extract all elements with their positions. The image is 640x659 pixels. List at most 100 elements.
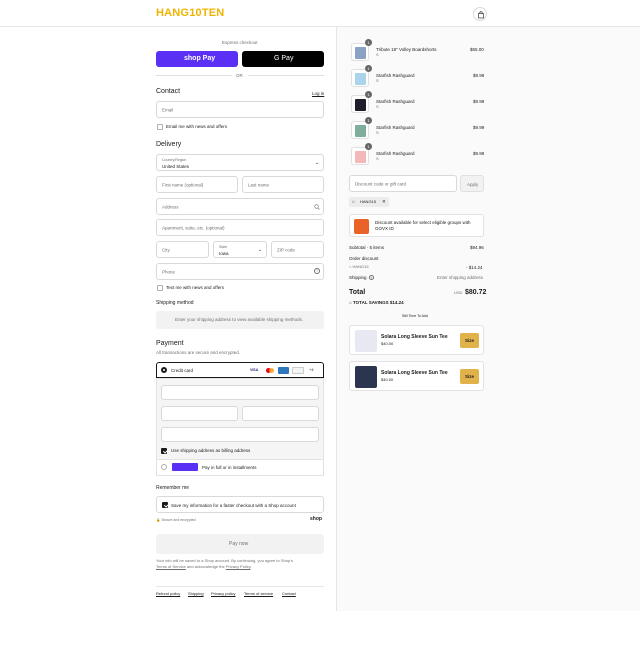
privacy-policy-link[interactable]: Privacy policy bbox=[211, 591, 235, 597]
state-select[interactable]: State Iowa ⌄ bbox=[213, 241, 267, 258]
name-on-card-field[interactable] bbox=[161, 427, 319, 442]
item-price: $9.99 bbox=[473, 99, 485, 104]
amex-icon bbox=[278, 367, 289, 374]
credit-card-radio[interactable] bbox=[161, 367, 167, 373]
search-icon bbox=[314, 204, 320, 210]
credit-card-option[interactable]: Credit card VISA +4 bbox=[156, 362, 324, 378]
item-price: $55.00 bbox=[470, 47, 484, 52]
first-name-field[interactable]: First name (optional) bbox=[156, 176, 238, 193]
phone-field[interactable]: Phone ? bbox=[156, 263, 324, 280]
discount-placeholder: Discount code or gift card bbox=[355, 181, 407, 186]
city-placeholder: City bbox=[162, 247, 170, 252]
column-divider bbox=[336, 27, 337, 611]
shop-pay-option[interactable]: Pay in full or in installments bbox=[156, 460, 324, 476]
remember-me-box[interactable]: Save my information for a faster checkou… bbox=[156, 496, 324, 513]
subtotal-label: Subtotal · 5 items bbox=[349, 245, 385, 250]
shipping-link[interactable]: Shipping bbox=[188, 591, 204, 597]
refund-policy-link[interactable]: Refund policy bbox=[156, 591, 180, 597]
shipping-value: Enter shipping address bbox=[437, 275, 484, 280]
upsell-image bbox=[355, 330, 377, 352]
city-field[interactable]: City bbox=[156, 241, 209, 258]
email-field[interactable]: Email bbox=[156, 101, 324, 118]
item-variant: S bbox=[376, 104, 379, 109]
discount-code-field[interactable]: Discount code or gift card bbox=[349, 175, 457, 192]
shop-pay-button[interactable]: shop Pay bbox=[156, 51, 238, 67]
shop-pay-radio[interactable] bbox=[161, 464, 167, 470]
billing-same-label: Use shipping address as billing address bbox=[171, 448, 251, 453]
upsell-heading: Still Time To Add bbox=[402, 314, 428, 318]
govx-banner[interactable]: Discount available for select eligible g… bbox=[349, 214, 484, 237]
more-cards-badge: +4 bbox=[309, 367, 314, 372]
upsell-image bbox=[355, 366, 377, 388]
expiration-field[interactable] bbox=[161, 406, 238, 421]
legal-line: Your info will be saved to a Shop accoun… bbox=[156, 558, 293, 563]
subtotal-value: $94.96 bbox=[470, 245, 484, 250]
address-field[interactable]: Address bbox=[156, 198, 324, 215]
size-button[interactable]: Size bbox=[460, 369, 479, 384]
secure-note: 🔒 Secure and encrypted bbox=[156, 518, 196, 522]
privacy-link[interactable]: Privacy Policy bbox=[226, 564, 251, 569]
chevron-down-icon: ⌄ bbox=[258, 247, 263, 253]
billing-same-checkbox[interactable] bbox=[161, 448, 167, 454]
email-news-checkbox[interactable] bbox=[157, 124, 163, 130]
savings-label: TOTAL SAVINGS bbox=[352, 300, 389, 305]
quantity-badge: 1 bbox=[365, 143, 372, 150]
upsell-price: $40.00 bbox=[381, 377, 394, 382]
chevron-down-icon: ⌄ bbox=[315, 160, 320, 166]
apartment-placeholder: Apartment, suite, etc. (optional) bbox=[162, 225, 225, 230]
zip-placeholder: ZIP code bbox=[277, 247, 295, 252]
quantity-badge: 1 bbox=[365, 117, 372, 124]
google-pay-label: G Pay bbox=[274, 55, 294, 62]
email-placeholder: Email bbox=[162, 107, 174, 112]
footer-divider bbox=[156, 586, 324, 587]
store-logo[interactable]: HANG10TEN bbox=[156, 7, 224, 20]
cart-button[interactable] bbox=[473, 7, 487, 21]
remove-discount-icon[interactable]: ✕ bbox=[382, 199, 386, 205]
help-icon[interactable]: ? bbox=[369, 275, 374, 280]
quantity-badge: 1 bbox=[365, 91, 372, 98]
pay-now-button[interactable]: Pay now bbox=[156, 534, 324, 554]
govx-text: Discount available for select eligible g… bbox=[375, 220, 471, 232]
total-savings-row: ⌂ TOTAL SAVINGS $14.24 bbox=[349, 300, 404, 305]
text-news-label: Text me with news and offers bbox=[166, 285, 224, 290]
card-number-field[interactable] bbox=[161, 385, 319, 400]
item-name: Tribute 18" Volley Boardshorts bbox=[376, 47, 437, 52]
item-price: $9.99 bbox=[473, 125, 485, 130]
total-value: $80.72 bbox=[465, 289, 487, 296]
security-code-field[interactable] bbox=[242, 406, 319, 421]
legal-end: . bbox=[250, 563, 252, 569]
shop-pay-logo bbox=[172, 463, 198, 471]
contact-link[interactable]: Contact bbox=[282, 591, 296, 597]
contact-heading: Contact bbox=[156, 88, 181, 95]
first-name-placeholder: First name (optional) bbox=[162, 182, 204, 187]
lock-icon: 🔒 bbox=[156, 518, 161, 522]
size-button[interactable]: Size bbox=[460, 333, 479, 348]
visa-icon: VISA bbox=[250, 368, 259, 372]
item-name: Starfish Rashguard bbox=[376, 151, 415, 156]
item-price: $9.99 bbox=[473, 151, 485, 156]
last-name-field[interactable]: Last name bbox=[242, 176, 324, 193]
remember-checkbox[interactable] bbox=[162, 502, 168, 508]
tag-icon: ⌂ bbox=[349, 264, 352, 269]
or-divider-right bbox=[248, 75, 324, 76]
terms-of-service-link[interactable]: Terms of service bbox=[244, 591, 273, 597]
zip-field[interactable]: ZIP code bbox=[271, 241, 324, 258]
legal-text: Your info will be saved to a Shop accoun… bbox=[156, 558, 324, 569]
apartment-field[interactable]: Apartment, suite, etc. (optional) bbox=[156, 219, 324, 236]
email-news-label: Email me with news and offers bbox=[166, 124, 227, 129]
shipping-label: Shipping bbox=[349, 275, 367, 280]
country-label: Country/Region bbox=[162, 158, 187, 162]
header bbox=[0, 0, 640, 27]
apply-button[interactable]: Apply bbox=[460, 175, 484, 192]
currency-label: USD bbox=[454, 290, 463, 295]
upsell-name: Solara Long Sleeve Sun Tee bbox=[381, 370, 448, 376]
country-select[interactable]: Country/Region United States ⌄ bbox=[156, 154, 324, 171]
delivery-heading: Delivery bbox=[156, 141, 182, 148]
terms-link[interactable]: Terms of Service bbox=[156, 564, 186, 569]
help-icon[interactable]: ? bbox=[314, 268, 320, 274]
order-discount-label: Order discount bbox=[349, 256, 379, 261]
google-pay-button[interactable]: G Pay bbox=[242, 51, 324, 67]
login-link[interactable]: Log in bbox=[312, 91, 324, 96]
text-news-checkbox[interactable] bbox=[157, 285, 163, 291]
item-variant: S bbox=[376, 78, 379, 83]
